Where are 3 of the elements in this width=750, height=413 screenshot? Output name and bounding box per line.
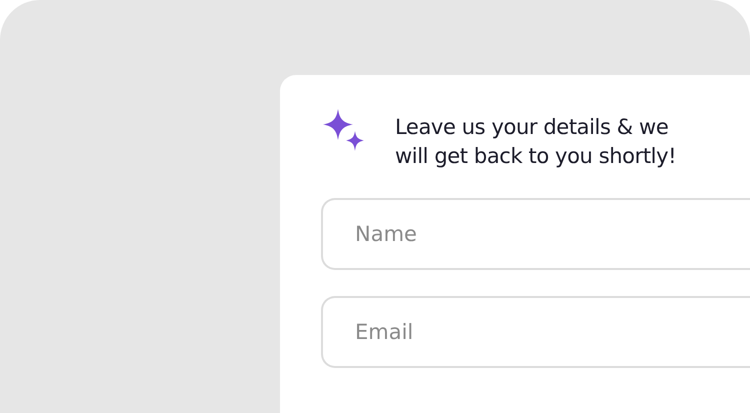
input-field[interactable]: Email <box>321 296 750 368</box>
message-text: Leave us your details & we will get back to you shortly! <box>395 114 678 170</box>
input-field[interactable]: Name <box>321 198 750 270</box>
